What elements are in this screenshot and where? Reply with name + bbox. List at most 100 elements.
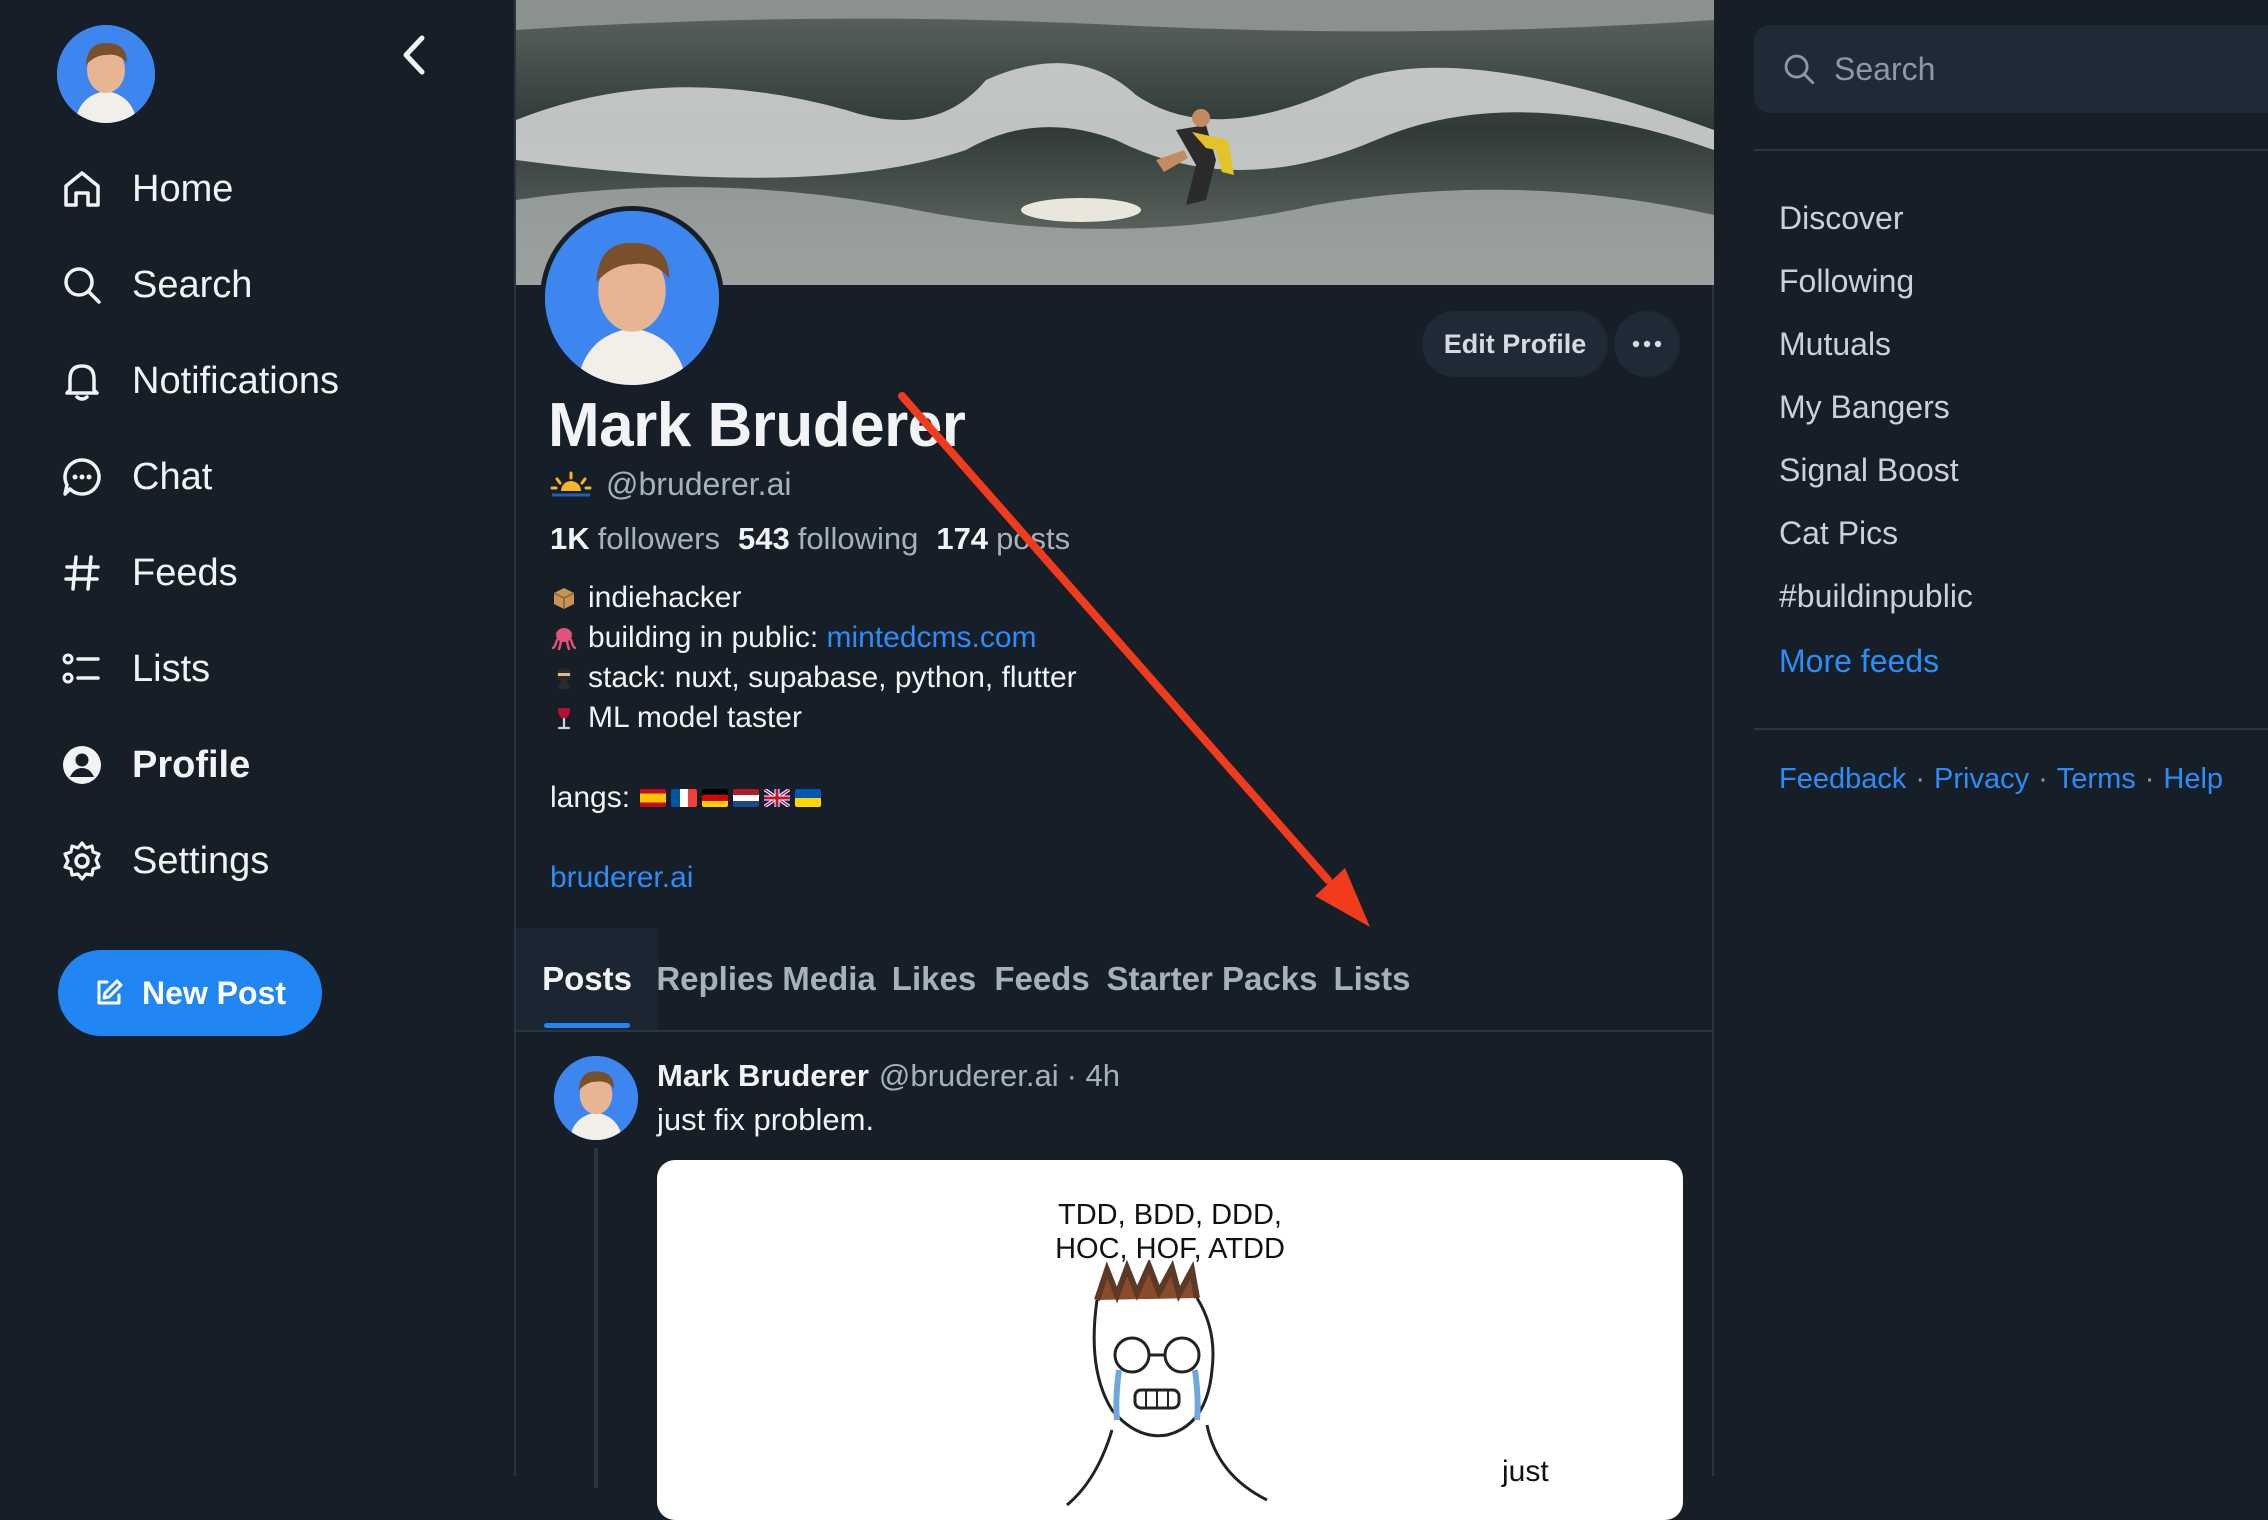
spain-flag-icon — [640, 789, 667, 807]
terms-link[interactable]: Terms — [2057, 763, 2136, 796]
mintedcms-link[interactable]: mintedcms.com — [827, 618, 1037, 658]
tab-posts[interactable]: Posts — [516, 928, 658, 1030]
privacy-link[interactable]: Privacy — [1934, 763, 2029, 796]
post-item[interactable]: Mark Bruderer @bruderer.ai · 4h just fix… — [516, 1032, 1714, 1520]
edit-profile-button[interactable]: Edit Profile — [1422, 311, 1608, 377]
nav-label: Lists — [132, 647, 211, 690]
bio-line-2: building in public: — [588, 621, 827, 654]
tab-feeds[interactable]: Feeds — [982, 928, 1102, 1030]
post-avatar-photo — [554, 1056, 638, 1140]
post-text: just fix problem. — [657, 1102, 875, 1137]
thread-line — [594, 1148, 598, 1488]
profile-avatar-photo — [545, 211, 719, 385]
followers-count: 1K — [550, 521, 590, 556]
bell-icon — [58, 357, 106, 405]
following-count: 543 — [737, 521, 790, 556]
nav-label: Feeds — [132, 551, 238, 594]
bio-line-3: stack: nuxt, supabase, python, flutter — [588, 661, 1077, 694]
separator: · — [2038, 763, 2048, 795]
tab-label: Posts — [542, 960, 632, 997]
feed-link-mutuals[interactable]: Mutuals — [1779, 326, 1891, 363]
search-input[interactable]: Search — [1754, 25, 2268, 113]
feed-link-buildinpublic[interactable]: #buildinpublic — [1779, 578, 1973, 615]
meme-crying-wojak-drawing — [1066, 1260, 1268, 1507]
feed-link-signal-boost[interactable]: Signal Boost — [1779, 452, 1959, 489]
tab-starter-packs[interactable]: Starter Packs — [1102, 928, 1322, 1030]
divider — [1754, 728, 2268, 730]
active-tab-indicator — [544, 1023, 630, 1028]
post-author-name[interactable]: Mark Bruderer — [657, 1058, 869, 1094]
feed-link-discover[interactable]: Discover — [1779, 200, 1903, 237]
tab-media[interactable]: Media — [772, 928, 886, 1030]
display-name: Mark Bruderer — [548, 391, 966, 460]
followers-stat[interactable]: 1K followers — [550, 521, 720, 557]
package-emoji-icon — [550, 584, 578, 612]
website-link[interactable]: bruderer.ai — [550, 858, 693, 898]
post-author-handle[interactable]: @bruderer.ai — [879, 1058, 1059, 1094]
feed-link-following[interactable]: Following — [1779, 263, 1914, 300]
profile-avatar[interactable] — [540, 206, 724, 390]
help-link[interactable]: Help — [2163, 763, 2223, 796]
nav-label: Home — [132, 167, 234, 210]
nav-notifications[interactable]: Notifications — [58, 349, 339, 413]
langs-label: langs: — [550, 781, 631, 814]
nav-home[interactable]: Home — [58, 157, 233, 221]
nav-label: Search — [132, 263, 253, 306]
search-icon — [1782, 52, 1816, 86]
left-nav: Home Search Notifications Chat Feeds Lis… — [0, 0, 514, 1476]
following-stat[interactable]: 543 following — [738, 521, 918, 557]
nav-label: Profile — [132, 743, 251, 786]
collapse-sidebar-button[interactable] — [392, 30, 436, 80]
feed-link-cat-pics[interactable]: Cat Pics — [1779, 515, 1898, 552]
wine-glass-emoji-icon — [550, 704, 578, 732]
divider — [1754, 149, 2268, 151]
profile-stats: 1K followers 543 following 174 posts — [550, 521, 1088, 557]
tab-label: Feeds — [994, 960, 1090, 997]
new-post-label: New Post — [141, 974, 287, 1011]
profile-handle: @bruderer.ai — [606, 466, 792, 502]
more-feeds-link[interactable]: More feeds — [1779, 643, 1939, 680]
tab-label: Starter Packs — [1106, 960, 1318, 997]
home-icon — [58, 165, 106, 213]
feedback-link[interactable]: Feedback — [1779, 763, 1906, 796]
post-meta: Mark Bruderer @bruderer.ai · 4h — [657, 1058, 1120, 1094]
separator: · — [1915, 763, 1926, 795]
bio-line-4: ML model taster — [588, 701, 802, 734]
tab-likes[interactable]: Likes — [886, 928, 982, 1030]
language-flags — [640, 789, 826, 807]
user-avatar[interactable] — [57, 25, 155, 123]
nav-search[interactable]: Search — [58, 253, 252, 317]
chevron-left-icon — [403, 35, 425, 75]
gear-icon — [58, 837, 106, 885]
netherlands-flag-icon — [733, 789, 760, 807]
nav-chat[interactable]: Chat — [58, 445, 212, 509]
profile-icon — [58, 741, 106, 789]
ninja-emoji-icon — [550, 664, 578, 692]
tab-label: Likes — [891, 960, 977, 997]
nav-label: Notifications — [132, 359, 339, 402]
ukraine-flag-icon — [795, 789, 822, 807]
nav-lists[interactable]: Lists — [58, 637, 210, 701]
nav-label: Settings — [132, 839, 270, 882]
tab-replies[interactable]: Replies — [656, 928, 773, 1030]
post-image[interactable]: TDD, BDD, DDD, HOC, HOF, ATDD just — [657, 1160, 1683, 1520]
nav-profile[interactable]: Profile — [58, 733, 250, 797]
post-time[interactable]: · 4h — [1067, 1058, 1120, 1094]
nav-settings[interactable]: Settings — [58, 829, 269, 893]
new-post-button[interactable]: New Post — [58, 950, 322, 1036]
feed-link-my-bangers[interactable]: My Bangers — [1779, 389, 1950, 426]
compose-icon — [94, 978, 124, 1008]
meme-caption-line-1: TDD, BDD, DDD, — [1058, 1199, 1282, 1231]
posts-stat: 174 posts — [936, 521, 1070, 557]
tab-label: Media — [782, 960, 876, 997]
more-options-button[interactable] — [1614, 311, 1680, 377]
tab-lists[interactable]: Lists — [1322, 928, 1422, 1030]
avatar-photo — [57, 25, 155, 123]
tab-label: Lists — [1333, 960, 1411, 997]
profile-column: Edit Profile Mark Bruderer @bruderer.ai … — [514, 0, 1714, 1520]
ellipsis-icon — [1632, 340, 1662, 348]
post-author-avatar[interactable] — [554, 1056, 638, 1140]
following-label: following — [797, 521, 919, 556]
nav-feeds[interactable]: Feeds — [58, 541, 238, 605]
followers-label: followers — [597, 521, 720, 556]
